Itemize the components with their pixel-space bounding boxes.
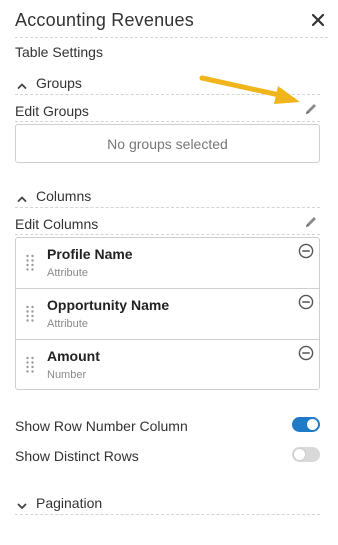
column-type: Number: [47, 369, 87, 381]
groups-section-header[interactable]: Groups: [15, 73, 320, 95]
chevron-up-icon: [17, 191, 27, 202]
toggle-knob: [307, 419, 318, 430]
table-settings-label: Table Settings: [15, 44, 103, 60]
edit-groups-pencil-icon[interactable]: [304, 102, 318, 116]
groups-section-label: Groups: [36, 75, 82, 91]
column-type: Attribute: [47, 318, 88, 330]
column-item[interactable]: Profile Name Attribute: [16, 238, 319, 289]
toggle-knob: [294, 449, 305, 460]
pagination-section-header[interactable]: Pagination: [15, 493, 320, 515]
chevron-down-icon: [17, 498, 27, 509]
drag-handle-icon[interactable]: [25, 254, 35, 272]
row-number-toggle[interactable]: [292, 417, 320, 432]
column-item[interactable]: Opportunity Name Attribute: [16, 289, 319, 340]
distinct-rows-label: Show Distinct Rows: [15, 448, 139, 464]
row-number-option: Show Row Number Column: [15, 416, 320, 436]
remove-column-minus-circle-icon[interactable]: [298, 243, 314, 259]
remove-column-minus-circle-icon[interactable]: [298, 345, 314, 361]
remove-column-minus-circle-icon[interactable]: [298, 294, 314, 310]
edit-columns-row: Edit Columns: [15, 213, 320, 235]
row-number-label: Show Row Number Column: [15, 418, 188, 434]
columns-section-label: Columns: [36, 188, 92, 204]
pagination-section-label: Pagination: [36, 495, 103, 511]
edit-groups-row: Edit Groups: [15, 100, 320, 122]
groups-empty-state[interactable]: No groups selected: [15, 124, 320, 163]
edit-columns-label: Edit Columns: [15, 216, 99, 232]
distinct-rows-toggle[interactable]: [292, 447, 320, 462]
edit-groups-label: Edit Groups: [15, 103, 89, 119]
columns-section-header[interactable]: Columns: [15, 186, 320, 208]
drag-handle-icon[interactable]: [25, 356, 35, 374]
column-list: Profile Name Attribute Opportunity Name …: [15, 237, 320, 390]
column-name: Profile Name: [47, 246, 133, 262]
panel-title: Accounting Revenues: [15, 10, 194, 30]
column-name: Amount: [47, 348, 100, 364]
column-type: Attribute: [47, 267, 88, 279]
chevron-up-icon: [17, 78, 27, 89]
panel-header: Accounting Revenues: [15, 8, 328, 38]
drag-handle-icon[interactable]: [25, 305, 35, 323]
column-name: Opportunity Name: [47, 297, 170, 313]
distinct-rows-option: Show Distinct Rows: [15, 446, 320, 466]
edit-columns-pencil-icon[interactable]: [304, 215, 318, 229]
close-icon[interactable]: [310, 12, 326, 28]
column-item[interactable]: Amount Number: [16, 340, 319, 391]
